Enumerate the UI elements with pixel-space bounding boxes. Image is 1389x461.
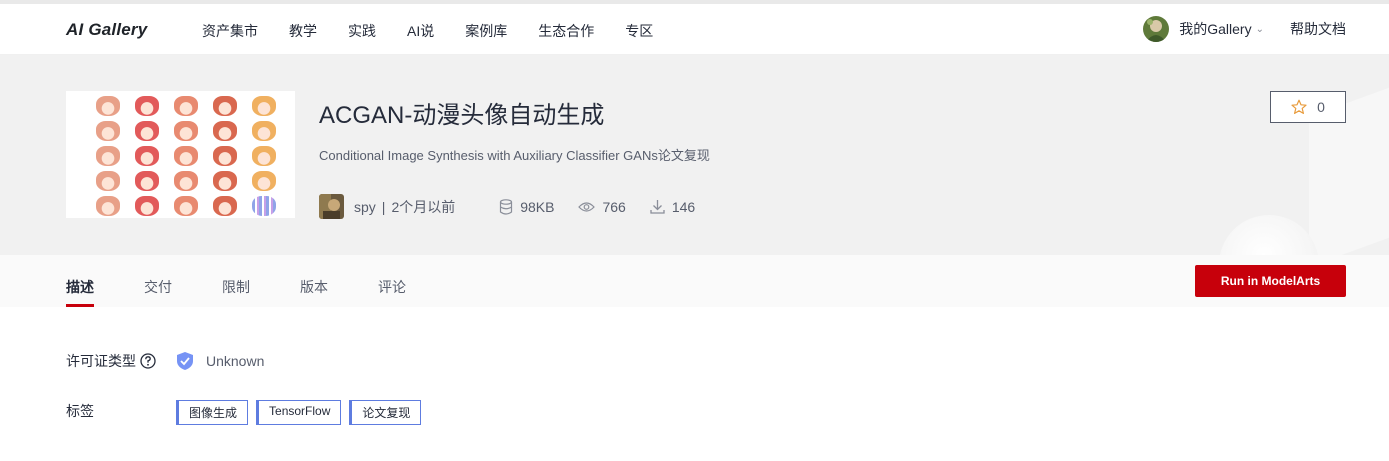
star-button[interactable]: 0 [1270, 91, 1346, 123]
shield-check-icon [177, 352, 193, 370]
tab-delivery[interactable]: 交付 [144, 277, 172, 307]
license-row: 许可证类型 [66, 351, 156, 371]
tag-tensorflow[interactable]: TensorFlow [256, 400, 342, 425]
cover-face-thumbnail [135, 196, 159, 216]
cover-face-thumbnail [213, 121, 237, 141]
cover-face-thumbnail [174, 196, 198, 216]
cover-face-thumbnail [135, 146, 159, 166]
cover-face-thumbnail [213, 146, 237, 166]
author-avatar[interactable] [319, 194, 344, 219]
asset-subtitle: Conditional Image Synthesis with Auxilia… [319, 148, 710, 163]
star-count: 0 [1317, 99, 1325, 115]
tab-restrictions[interactable]: 限制 [222, 277, 250, 307]
cover-face-thumbnail [96, 96, 120, 116]
tag-image-generation[interactable]: 图像生成 [176, 400, 249, 425]
top-navbar: AI Gallery 资产集市 教学 实践 AI说 案例库 生态合作 专区 我的… [0, 4, 1389, 55]
cover-face-thumbnail [174, 96, 198, 116]
nav-item-teaching[interactable]: 教学 [289, 21, 317, 41]
asset-cover-image [66, 91, 295, 218]
meta-separator: | [381, 198, 386, 215]
run-in-modelarts-button[interactable]: Run in ModelArts [1195, 265, 1346, 297]
main-menu: 资产集市 教学 实践 AI说 案例库 生态合作 专区 [202, 21, 684, 41]
tab-description[interactable]: 描述 [66, 277, 94, 307]
nav-item-cases[interactable]: 案例库 [465, 21, 507, 41]
cover-face-thumbnail [96, 146, 120, 166]
author-name[interactable]: spy [354, 199, 376, 215]
eye-icon [578, 201, 596, 212]
cover-face-thumbnail [174, 171, 198, 191]
tags-label: 标签 [66, 403, 94, 419]
nav-item-zone[interactable]: 专区 [625, 21, 653, 41]
asset-title: ACGAN-动漫头像自动生成 [319, 102, 605, 129]
downloads-stat: 146 [650, 199, 695, 215]
cover-face-thumbnail [252, 121, 276, 141]
cover-face-thumbnail [96, 121, 120, 141]
views-stat: 766 [578, 198, 626, 215]
cover-face-thumbnail [252, 171, 276, 191]
logo[interactable]: AI Gallery [66, 20, 147, 40]
user-avatar[interactable] [1143, 16, 1170, 42]
license-value: Unknown [206, 353, 265, 369]
cover-face-thumbnail [213, 171, 237, 191]
nav-right: 我的Gallery ⌄ 帮助文档 [1143, 16, 1346, 42]
cover-face-thumbnail [174, 121, 198, 141]
my-gallery-menu[interactable]: 我的Gallery ⌄ [1179, 19, 1264, 39]
tab-comments[interactable]: 评论 [378, 277, 406, 307]
download-icon [650, 200, 665, 214]
cover-face-thumbnail [213, 196, 237, 216]
cover-face-thumbnail [252, 196, 276, 216]
cover-face-thumbnail [213, 96, 237, 116]
help-docs-link[interactable]: 帮助文档 [1290, 19, 1346, 39]
cover-face-thumbnail [135, 121, 159, 141]
cover-face-thumbnail [135, 96, 159, 116]
nav-item-practice[interactable]: 实践 [348, 21, 376, 41]
asset-header: ACGAN-动漫头像自动生成 Conditional Image Synthes… [0, 55, 1389, 255]
tab-versions[interactable]: 版本 [300, 277, 328, 307]
cover-face-thumbnail [96, 196, 120, 216]
cover-face-thumbnail [135, 171, 159, 191]
star-icon [1291, 99, 1307, 114]
decoration-circle [1219, 215, 1319, 255]
license-label: 许可证类型 [66, 353, 136, 369]
nav-item-ai-talk[interactable]: AI说 [407, 21, 434, 41]
tag-list: 图像生成 TensorFlow 论文复现 [176, 400, 429, 425]
tag-paper-reproduction[interactable]: 论文复现 [349, 400, 422, 425]
chevron-down-icon: ⌄ [1255, 23, 1264, 35]
views-value: 766 [602, 198, 626, 215]
cover-face-thumbnail [252, 146, 276, 166]
cover-face-thumbnail [252, 96, 276, 116]
database-icon [500, 198, 513, 215]
detail-tabs: 描述 交付 限制 版本 评论 [66, 277, 456, 307]
nav-item-ecosystem[interactable]: 生态合作 [538, 21, 594, 41]
my-gallery-label: 我的Gallery [1179, 21, 1252, 37]
tabs-bar: 描述 交付 限制 版本 评论 Run in ModelArts [0, 255, 1389, 307]
help-icon[interactable] [140, 353, 156, 369]
cover-face-thumbnail [96, 171, 120, 191]
tags-row: 标签 [66, 401, 94, 421]
publish-time: 2个月以前 [391, 198, 456, 215]
size-stat: 98KB [499, 199, 554, 215]
size-value: 98KB [520, 198, 555, 215]
cover-face-thumbnail [174, 146, 198, 166]
nav-item-market[interactable]: 资产集市 [202, 21, 258, 41]
license-value-group: Unknown [176, 351, 264, 371]
asset-meta: spy | 2个月以前 98KB 766 146 [319, 194, 695, 219]
downloads-value: 146 [671, 198, 696, 215]
